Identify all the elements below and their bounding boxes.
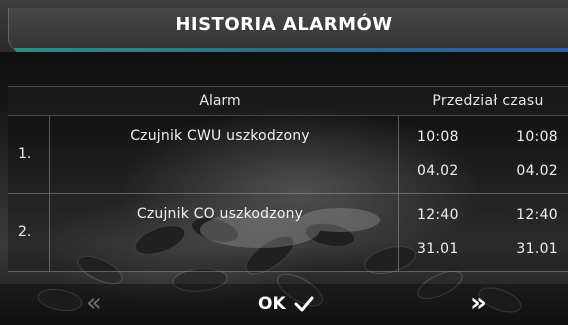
ok-label: OK	[258, 294, 286, 314]
alarm-name: Czujnik CO uszkodzony	[136, 206, 304, 222]
end-date: 31.01	[516, 241, 558, 257]
start-time: 12:40	[417, 207, 459, 223]
time-range-cell: 10:08 10:08 04.02 04.02	[398, 116, 568, 193]
alarm-name: Czujnik CWU uszkodzony	[130, 128, 310, 144]
time-range-cell: 12:40 12:40 31.01 31.01	[398, 194, 568, 271]
row-number: 1.	[18, 146, 32, 162]
row-number: 2.	[18, 224, 32, 240]
double-chevron-right-icon[interactable]: »	[470, 288, 487, 318]
start-date: 31.01	[417, 241, 459, 257]
page-title: HISTORIA ALARMÓW	[175, 14, 393, 35]
row-number-cell: 2.	[8, 194, 50, 271]
alarm-history-screen: HISTORIA ALARMÓW Alarm Przedział czasu 1…	[0, 0, 568, 325]
start-time: 10:08	[417, 129, 459, 145]
table-row[interactable]: 1. Czujnik CWU uszkodzony 10:08 10:08 04…	[8, 116, 568, 194]
header-accent-line	[14, 48, 568, 52]
end-time: 12:40	[516, 207, 558, 223]
end-date: 04.02	[516, 163, 558, 179]
header: HISTORIA ALARMÓW	[0, 0, 568, 52]
column-header-alarm: Alarm	[199, 93, 241, 109]
double-chevron-left-icon[interactable]: «	[86, 288, 102, 318]
ok-button[interactable]: OK	[258, 290, 314, 318]
table-header: Alarm Przedział czasu	[8, 86, 568, 116]
table-row[interactable]: 2. Czujnik CO uszkodzony 12:40 12:40 31.…	[8, 194, 568, 272]
column-header-time-range: Przedział czasu	[432, 93, 544, 109]
checkmark-icon	[294, 296, 314, 312]
alarm-history-table: Alarm Przedział czasu 1. Czujnik CWU usz…	[8, 86, 568, 272]
start-date: 04.02	[417, 163, 459, 179]
end-time: 10:08	[516, 129, 558, 145]
footer-nav: « OK »	[0, 284, 568, 325]
row-number-cell: 1.	[8, 116, 50, 193]
